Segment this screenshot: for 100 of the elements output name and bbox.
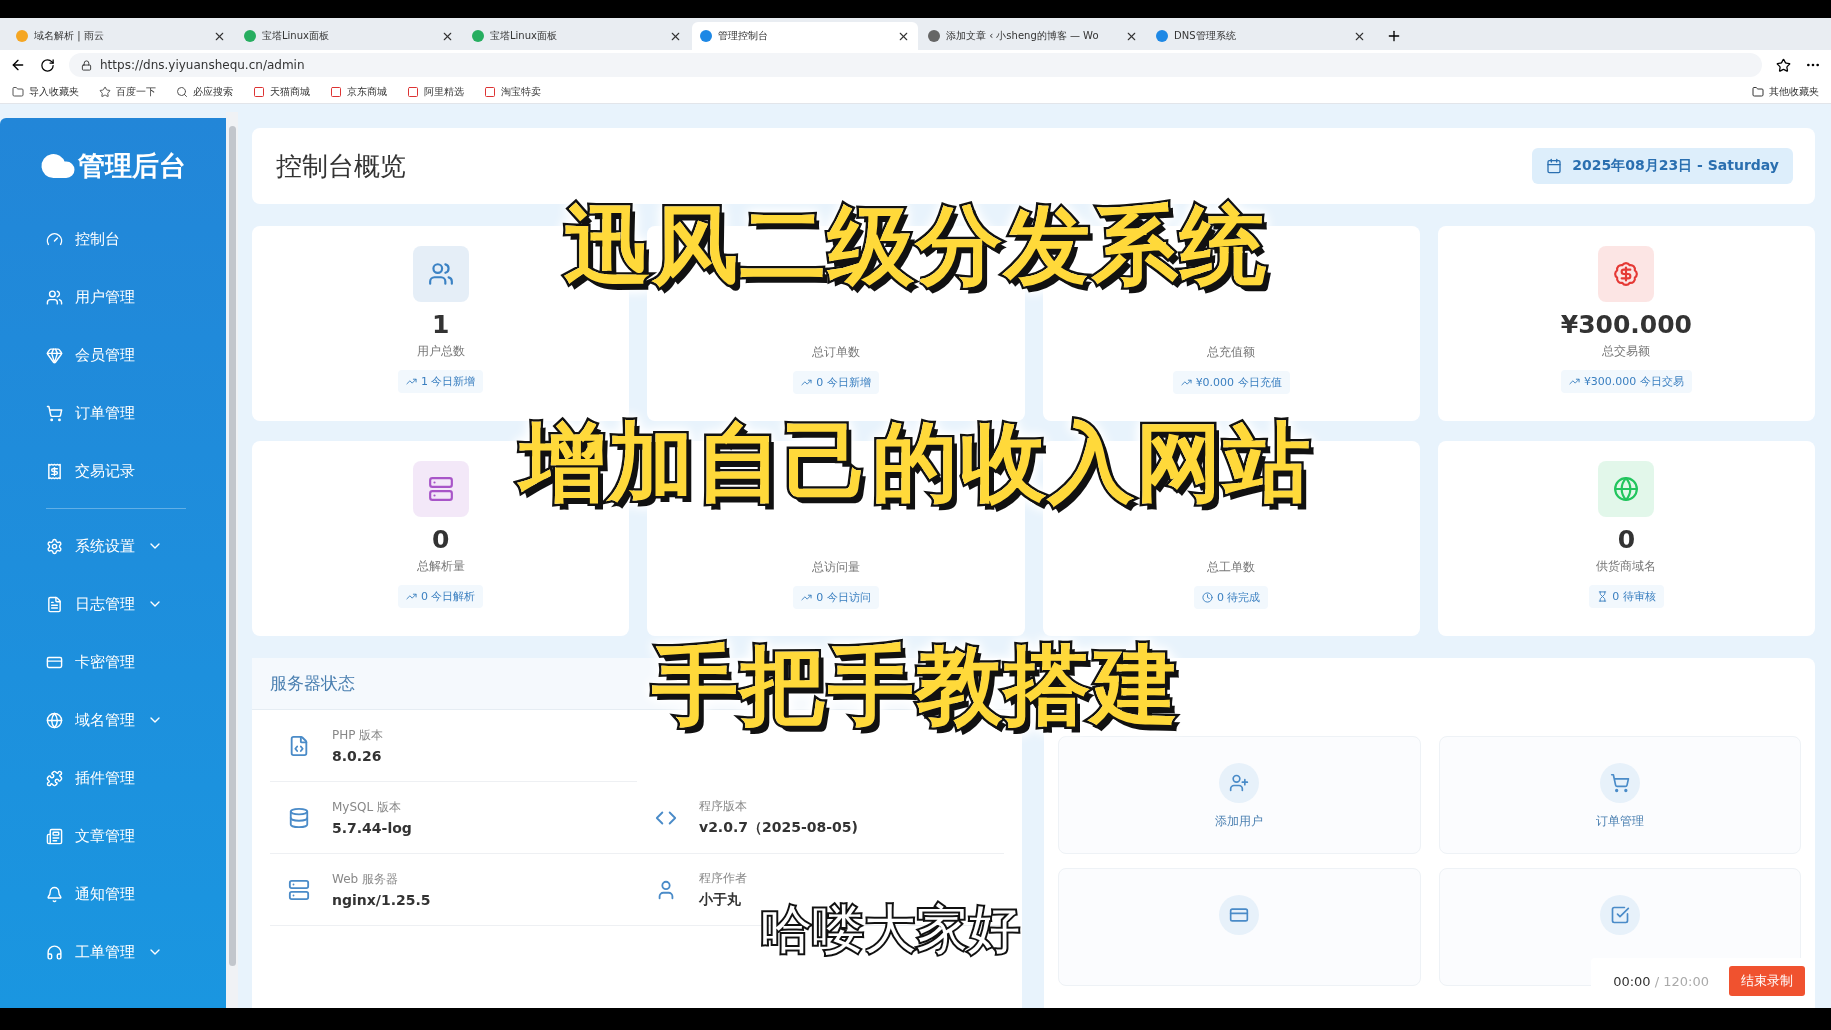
newspaper-icon [46, 827, 63, 845]
stop-recording-button[interactable]: 结束录制 [1729, 966, 1805, 996]
search-icon [176, 85, 188, 98]
trend-icon [1180, 377, 1192, 388]
info-value: 5.7.44-log [332, 820, 412, 836]
quick-action[interactable]: 添加用户 [1058, 736, 1421, 854]
stat-label: 总订单数 [811, 344, 860, 361]
stat-value: 0 [1617, 525, 1636, 554]
nav-item[interactable]: 订单管理 [0, 384, 226, 442]
clock-icon [1201, 592, 1213, 603]
browser-tab[interactable]: 管理控制台 [692, 22, 918, 50]
info-label: PHP 版本 [332, 727, 384, 744]
nav-item[interactable]: 卡密管理 [0, 633, 226, 691]
nav-item[interactable]: 工单管理 [0, 923, 226, 981]
video-caption: 迅风二级分发系统 [563, 194, 1268, 297]
folder-icon [1752, 85, 1764, 98]
recording-time: 00:00 / 120:00 [1613, 973, 1709, 989]
globe-icon [46, 711, 63, 729]
stat-value: 1 [431, 310, 450, 339]
trend-icon [801, 377, 813, 388]
trend-icon [405, 376, 417, 387]
bookmark-link[interactable]: 天猫商城 [253, 84, 310, 99]
info-value: 8.0.26 [332, 748, 383, 764]
stat-note: ¥300.000 今日交易 [1560, 370, 1692, 393]
users-icon [427, 261, 454, 287]
nav-item[interactable]: 文章管理 [0, 807, 226, 865]
browser-tab[interactable]: 域名解析 | 雨云 [8, 22, 234, 50]
check-icon [1599, 895, 1640, 935]
new-tab-icon[interactable] [1386, 28, 1402, 44]
stat-value: 0 [431, 525, 450, 554]
trend-icon [1568, 376, 1580, 387]
stat-note: ¥0.000 今日充值 [1172, 371, 1290, 394]
browser-tab[interactable]: DNS管理系统 [1148, 22, 1374, 50]
info-label: Web 服务器 [332, 871, 399, 888]
site-icon [484, 85, 496, 98]
server-icon [427, 476, 454, 502]
nav-item[interactable]: 域名管理 [0, 691, 226, 749]
bookmark-link[interactable]: 百度一下 [99, 84, 156, 99]
browser-tab[interactable]: 宝塔Linux面板 [464, 22, 690, 50]
info-value: nginx/1.25.5 [332, 892, 431, 908]
globe-icon [1613, 476, 1640, 502]
stat-note: 0 今日解析 [397, 585, 484, 608]
bookmark-link[interactable]: 阿里精选 [407, 84, 464, 99]
info-value: v2.0.7（2025-08-05) [699, 819, 858, 837]
info-label: 程序作者 [699, 870, 747, 887]
site-icon [330, 85, 342, 98]
cart-icon [1599, 763, 1640, 803]
scrollbar-thumb[interactable] [228, 126, 236, 966]
video-caption: 手把手教搭建 [651, 634, 1180, 737]
bell-icon [46, 885, 63, 903]
info-value: 小于丸 [699, 891, 742, 909]
stat-note: 0 今日新增 [793, 371, 879, 394]
bookmark-link[interactable]: 导入收藏夹 [12, 84, 79, 99]
site-icon [928, 30, 940, 42]
nav-item[interactable]: 系统设置 [0, 517, 226, 575]
nav-item[interactable]: 控制台 [0, 210, 226, 268]
stat-label: 供货商域名 [1596, 558, 1657, 575]
nav-item[interactable]: 会员管理 [0, 326, 226, 384]
star-icon [99, 85, 111, 98]
site-icon [407, 85, 419, 98]
bookmark-link[interactable]: 必应搜索 [176, 84, 233, 99]
nav-item[interactable]: 通知管理 [0, 865, 226, 923]
video-caption: 增加自己的收入网站 [519, 411, 1312, 514]
quick-action[interactable]: 订单管理 [1438, 736, 1801, 854]
brand-title: 管理后台 [78, 149, 186, 183]
receipt-icon [46, 462, 63, 480]
stat-label: 总工单数 [1207, 559, 1256, 576]
subtitle: 哈喽大家好 [760, 898, 1020, 961]
gauge-icon [46, 230, 63, 248]
nav-item[interactable]: 日志管理 [0, 575, 226, 633]
gear-icon [46, 537, 63, 555]
users-icon [46, 288, 63, 306]
back-icon[interactable] [10, 57, 26, 73]
reload-icon[interactable] [40, 57, 55, 73]
stat-label: 总访问量 [811, 559, 860, 576]
stat-label: 总充值额 [1207, 344, 1256, 361]
coin-icon [1613, 261, 1640, 287]
card-icon [1219, 895, 1260, 935]
star-icon[interactable] [1776, 57, 1791, 73]
stat-label: 用户总数 [416, 343, 465, 360]
bookmark-folder[interactable]: 其他收藏夹 [1752, 84, 1819, 99]
nav-item[interactable]: 交易记录 [0, 442, 226, 500]
php-file-icon [288, 734, 310, 757]
info-label: 程序版本 [699, 798, 748, 815]
site-icon [253, 85, 265, 98]
nav-item[interactable]: 用户管理 [0, 268, 226, 326]
address-field[interactable]: https://dns.yiyuanshequ.cn/admin [69, 53, 1762, 77]
date-chip: 2025年08月23日 - Saturday [1532, 148, 1793, 184]
nav-item[interactable]: 插件管理 [0, 749, 226, 807]
browser-tab[interactable]: 添加文章 ‹ 小sheng的博客 — Wo [920, 22, 1146, 50]
stat-note: 0 待审核 [1589, 585, 1664, 608]
panel-title: 服务器状态 [270, 672, 355, 695]
hourglass-icon [1597, 591, 1609, 602]
bookmark-link[interactable]: 京东商城 [330, 84, 387, 99]
folder-icon [12, 85, 24, 98]
browser-tab[interactable]: 宝塔Linux面板 [236, 22, 462, 50]
trend-icon [801, 592, 813, 603]
stat-note: 0 待完成 [1193, 586, 1269, 609]
puzzle-icon [46, 769, 63, 787]
bookmark-link[interactable]: 淘宝特卖 [484, 84, 541, 99]
